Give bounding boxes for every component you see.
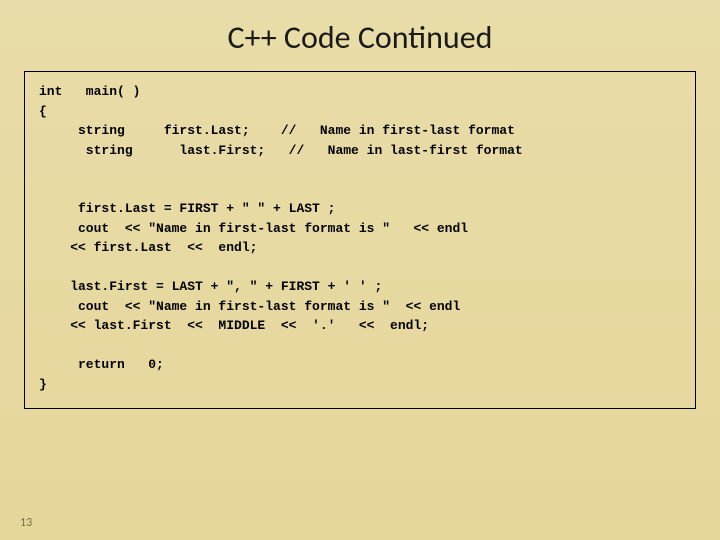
slide-container: C++ Code Continued int main( ) { string … — [0, 0, 720, 540]
code-block: int main( ) { string first.Last; // Name… — [24, 71, 696, 409]
slide-title: C++ Code Continued — [24, 18, 696, 57]
page-number: 13 — [20, 516, 32, 530]
